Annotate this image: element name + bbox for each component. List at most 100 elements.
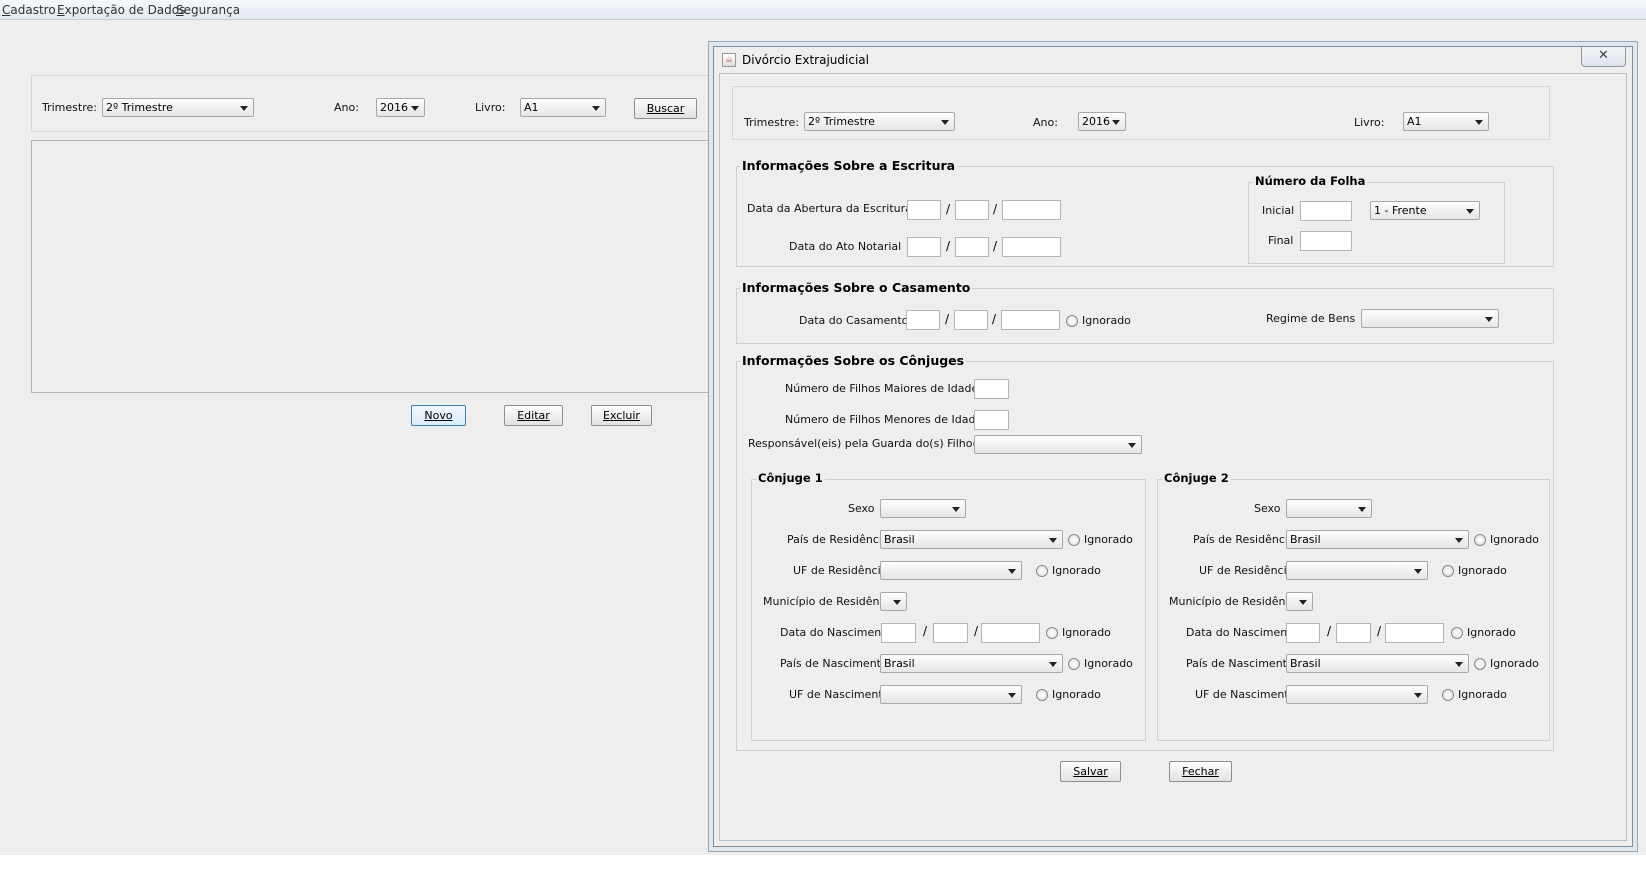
- c2-nasc-mes-field[interactable]: [1336, 623, 1371, 643]
- c2-uf-nasc-combo[interactable]: [1286, 685, 1428, 704]
- divorcio-dialog: ☕ Divórcio Extrajudicial ✕ Trimestre: 2º…: [713, 46, 1633, 847]
- c2-uf-nasc-label: UF de Nascimento: [1195, 688, 1296, 701]
- folha-final-field[interactable]: [1300, 231, 1352, 251]
- dialog-trimestre-label: Trimestre:: [744, 116, 799, 129]
- editar-button[interactable]: Editar: [504, 405, 563, 426]
- casamento-dia-field[interactable]: [906, 310, 940, 330]
- c2-uf-res-combo[interactable]: [1286, 561, 1428, 580]
- casamento-ignorado-label: Ignorado: [1082, 314, 1131, 327]
- c2-pais-nasc-label: País de Nascimento: [1186, 657, 1294, 670]
- results-table[interactable]: [31, 140, 721, 393]
- c2-uf-res-ignorado-radio[interactable]: [1442, 565, 1454, 577]
- conjuges-title: Informações Sobre os Cônjuges: [740, 353, 967, 368]
- chevron-down-icon: [1128, 443, 1136, 448]
- date-separator: /: [993, 239, 998, 253]
- trimestre-combo[interactable]: 2º Trimestre: [102, 98, 254, 117]
- chevron-down-icon: [1008, 569, 1016, 574]
- close-icon[interactable]: ✕: [1581, 47, 1626, 67]
- c1-sexo-combo[interactable]: [880, 499, 966, 518]
- c2-pais-res-combo[interactable]: Brasil: [1286, 530, 1469, 549]
- c1-pais-res-ignorado-radio[interactable]: [1068, 534, 1080, 546]
- folha-inicial-field[interactable]: [1300, 201, 1352, 221]
- chevron-down-icon: [1455, 662, 1463, 667]
- abertura-dia-field[interactable]: [907, 200, 941, 220]
- abertura-mes-field[interactable]: [955, 200, 989, 220]
- c2-mun-res-combo[interactable]: [1286, 592, 1313, 611]
- c2-nasc-ano-field[interactable]: [1385, 623, 1444, 643]
- c1-pais-nasc-combo[interactable]: Brasil: [880, 654, 1063, 673]
- ato-ano-field[interactable]: [1002, 237, 1061, 257]
- date-separator: /: [1327, 624, 1332, 638]
- dialog-ano-combo[interactable]: 2016: [1078, 112, 1126, 131]
- dialog-livro-combo[interactable]: A1: [1403, 112, 1489, 131]
- ato-dia-field[interactable]: [907, 237, 941, 257]
- date-separator: /: [974, 624, 979, 638]
- chevron-down-icon: [592, 106, 600, 111]
- chevron-down-icon: [240, 106, 248, 111]
- c1-uf-res-ignorado-radio[interactable]: [1036, 565, 1048, 577]
- folha-title: Número da Folha: [1253, 174, 1368, 188]
- c1-nasc-ano-field[interactable]: [981, 623, 1040, 643]
- c1-pais-res-label: País de Residência: [787, 533, 889, 546]
- c2-ignorado-label: Ignorado: [1490, 657, 1539, 670]
- c2-pais-nasc-ignorado-radio[interactable]: [1474, 658, 1486, 670]
- salvar-button[interactable]: Salvar: [1060, 761, 1121, 782]
- casamento-ano-field[interactable]: [1001, 310, 1060, 330]
- livro-combo[interactable]: A1: [520, 98, 606, 117]
- chevron-down-icon: [941, 120, 949, 125]
- chevron-down-icon: [1049, 538, 1057, 543]
- abertura-ano-field[interactable]: [1002, 200, 1061, 220]
- java-app-icon: ☕: [722, 53, 736, 67]
- dialog-livro-label: Livro:: [1354, 116, 1385, 129]
- c1-mun-res-combo[interactable]: [880, 592, 907, 611]
- c1-pais-res-combo[interactable]: Brasil: [880, 530, 1063, 549]
- chevron-down-icon: [1414, 569, 1422, 574]
- c2-sexo-combo[interactable]: [1286, 499, 1372, 518]
- c2-uf-res-label: UF de Residência: [1199, 564, 1294, 577]
- c1-pais-nasc-ignorado-radio[interactable]: [1068, 658, 1080, 670]
- novo-button[interactable]: Novo: [411, 405, 466, 426]
- menu-cadastro[interactable]: Cadastro: [2, 3, 56, 17]
- buscar-button[interactable]: Buscar: [634, 98, 697, 119]
- guarda-combo[interactable]: [974, 435, 1142, 454]
- menu-exportacao[interactable]: Exportação de Dados: [57, 3, 185, 17]
- c2-nasc-ignorado-radio[interactable]: [1451, 627, 1463, 639]
- excluir-button[interactable]: Excluir: [591, 405, 652, 426]
- c1-nasc-ignorado-radio[interactable]: [1046, 627, 1058, 639]
- c2-pais-nasc-combo[interactable]: Brasil: [1286, 654, 1469, 673]
- casamento-ignorado-radio[interactable]: [1066, 315, 1078, 327]
- c2-pais-res-ignorado-radio[interactable]: [1474, 534, 1486, 546]
- chevron-down-icon: [893, 600, 901, 605]
- ato-mes-field[interactable]: [955, 237, 989, 257]
- c1-nasc-dia-field[interactable]: [881, 623, 916, 643]
- chevron-down-icon: [1358, 507, 1366, 512]
- ano-combo[interactable]: 2016: [376, 98, 425, 117]
- chevron-down-icon: [411, 106, 419, 111]
- casamento-data-label: Data do Casamento: [799, 314, 909, 327]
- c2-nasc-dia-field[interactable]: [1286, 623, 1320, 643]
- folha-lado-combo[interactable]: 1 - Frente: [1370, 201, 1480, 220]
- date-separator: /: [945, 312, 950, 326]
- regime-combo[interactable]: [1361, 309, 1499, 328]
- c1-nasc-mes-field[interactable]: [933, 623, 968, 643]
- c2-uf-nasc-ignorado-radio[interactable]: [1442, 689, 1454, 701]
- c1-ignorado-label: Ignorado: [1052, 564, 1101, 577]
- conjuge1-title: Cônjuge 1: [756, 471, 825, 485]
- c1-uf-nasc-ignorado-radio[interactable]: [1036, 689, 1048, 701]
- chevron-down-icon: [1299, 600, 1307, 605]
- fechar-button[interactable]: Fechar: [1169, 761, 1232, 782]
- c1-uf-nasc-label: UF de Nascimento: [789, 688, 890, 701]
- menu-seguranca[interactable]: Segurança: [176, 3, 240, 17]
- c1-uf-res-combo[interactable]: [880, 561, 1022, 580]
- casamento-mes-field[interactable]: [954, 310, 988, 330]
- chevron-down-icon: [1008, 693, 1016, 698]
- maiores-field[interactable]: [974, 379, 1009, 399]
- dialog-trimestre-combo[interactable]: 2º Trimestre: [804, 112, 955, 131]
- date-separator: /: [1377, 624, 1382, 638]
- ano-label: Ano:: [334, 101, 359, 114]
- c2-ignorado-label: Ignorado: [1458, 688, 1507, 701]
- c1-uf-nasc-combo[interactable]: [880, 685, 1022, 704]
- ato-label: Data do Ato Notarial: [789, 240, 902, 253]
- dialog-titlebar[interactable]: ☕ Divórcio Extrajudicial ✕: [714, 47, 1632, 73]
- menores-field[interactable]: [974, 410, 1009, 430]
